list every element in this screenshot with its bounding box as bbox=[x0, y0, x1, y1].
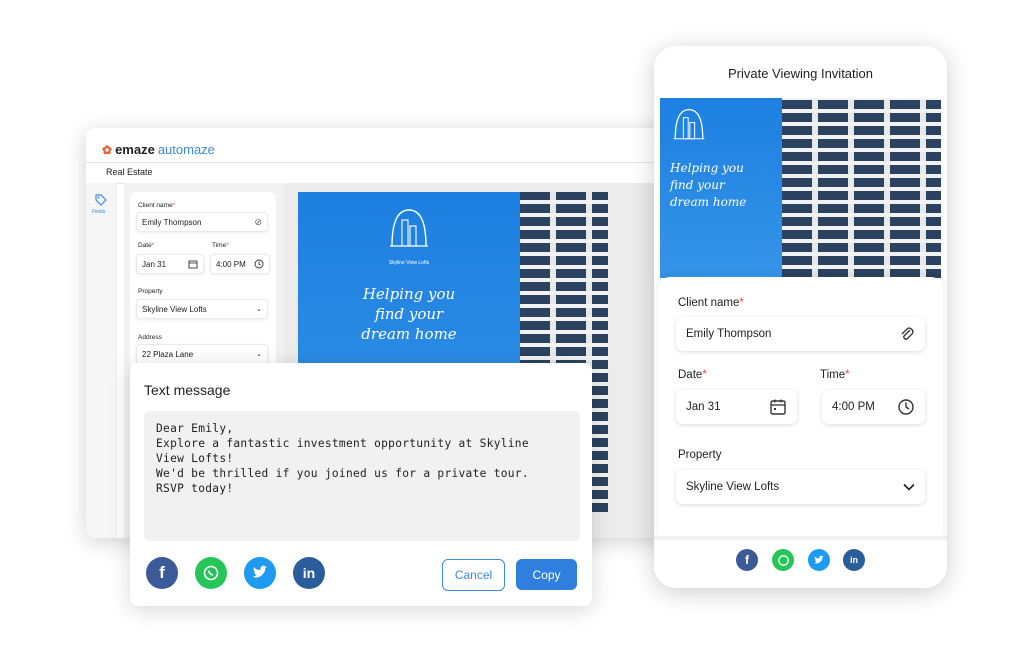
tab-real-estate[interactable]: Real Estate bbox=[106, 167, 153, 177]
property-select[interactable]: Skyline View Lofts ⌄ bbox=[136, 299, 268, 319]
phone-mockup: Private Viewing Invitation Helping you f… bbox=[654, 46, 947, 588]
date-label: Date* bbox=[138, 242, 155, 249]
rail-fields-label: Fields bbox=[92, 209, 106, 215]
phone-date-label: Date* bbox=[678, 369, 707, 381]
brand-logo: ✿ emaze automaze bbox=[102, 142, 215, 157]
brand-name: emaze bbox=[115, 142, 155, 157]
cancel-button[interactable]: Cancel bbox=[442, 559, 505, 591]
whatsapp-icon[interactable] bbox=[772, 549, 794, 571]
linkedin-icon[interactable]: in bbox=[843, 549, 865, 571]
address-select[interactable]: 22 Plaza Lane ⌄ bbox=[136, 344, 268, 364]
time-label: Time* bbox=[212, 242, 229, 249]
clock-icon bbox=[898, 399, 914, 415]
building-logo-icon bbox=[673, 108, 705, 140]
message-body: Dear Emily, Explore a fantastic investme… bbox=[156, 422, 529, 495]
phone-time-label: Time* bbox=[820, 369, 850, 381]
building-logo-icon bbox=[390, 209, 428, 247]
chevron-down-icon bbox=[903, 483, 915, 491]
whatsapp-icon[interactable] bbox=[195, 557, 227, 589]
date-field[interactable]: Jan 31 bbox=[136, 254, 204, 274]
breadcrumb: Real Estate bbox=[86, 162, 696, 184]
phone-property-select[interactable]: Skyline View Lofts bbox=[676, 470, 925, 504]
copy-button[interactable]: Copy bbox=[516, 559, 577, 590]
text-message-title: Text message bbox=[144, 382, 231, 398]
logo-caption: Skyline View Lofts bbox=[388, 260, 430, 266]
facebook-icon[interactable]: f bbox=[146, 557, 178, 589]
tag-icon[interactable] bbox=[94, 193, 108, 207]
phone-title: Private Viewing Invitation bbox=[727, 66, 873, 81]
phone-date-field[interactable]: Jan 31 bbox=[676, 390, 797, 424]
phone-share-bar: f in bbox=[654, 536, 947, 588]
phone-form-sheet: Client name* Emily Thompson Date* Time* … bbox=[658, 277, 943, 539]
property-label: Property bbox=[138, 288, 163, 295]
message-textarea[interactable]: Dear Emily, Explore a fantastic investme… bbox=[144, 411, 580, 541]
phone-invitation-image: Helping you find your dream home bbox=[660, 98, 941, 278]
text-message-panel: Text message Dear Emily, Explore a fanta… bbox=[130, 363, 592, 606]
address-label: Address bbox=[138, 334, 162, 341]
phone-client-field[interactable]: Emily Thompson bbox=[676, 317, 925, 351]
phone-blue-panel: Helping you find your dream home bbox=[660, 98, 782, 278]
paperclip-icon bbox=[901, 327, 914, 340]
clock-icon bbox=[254, 259, 264, 269]
preview-tagline: Helping you find your dream home bbox=[361, 285, 457, 343]
calendar-icon bbox=[188, 260, 198, 269]
linkedin-icon[interactable]: in bbox=[293, 557, 325, 589]
client-name-label: Client name* bbox=[138, 202, 176, 209]
phone-time-field[interactable]: 4:00 PM bbox=[822, 390, 925, 424]
phone-tagline: Helping you find your dream home bbox=[670, 161, 747, 209]
paperclip-icon: ⊘ bbox=[254, 216, 262, 227]
time-field[interactable]: 4:00 PM bbox=[210, 254, 270, 274]
brand-product: automaze bbox=[157, 142, 215, 157]
chevron-down-icon: ⌄ bbox=[256, 306, 262, 313]
form-card: Client name* Emily Thompson ⊘ Date* Time… bbox=[130, 192, 276, 372]
twitter-icon[interactable] bbox=[244, 557, 276, 589]
facebook-icon[interactable]: f bbox=[736, 549, 758, 571]
left-rail: Fields bbox=[86, 183, 117, 538]
phone-client-label: Client name* bbox=[678, 297, 744, 309]
phone-property-label: Property bbox=[678, 449, 722, 461]
calendar-icon bbox=[770, 399, 786, 415]
twitter-icon[interactable] bbox=[808, 549, 830, 571]
chevron-down-icon: ⌄ bbox=[256, 351, 262, 358]
phone-building-photo bbox=[782, 98, 941, 278]
client-name-field[interactable]: Emily Thompson ⊘ bbox=[136, 212, 268, 232]
flower-logo-icon: ✿ bbox=[102, 142, 113, 157]
